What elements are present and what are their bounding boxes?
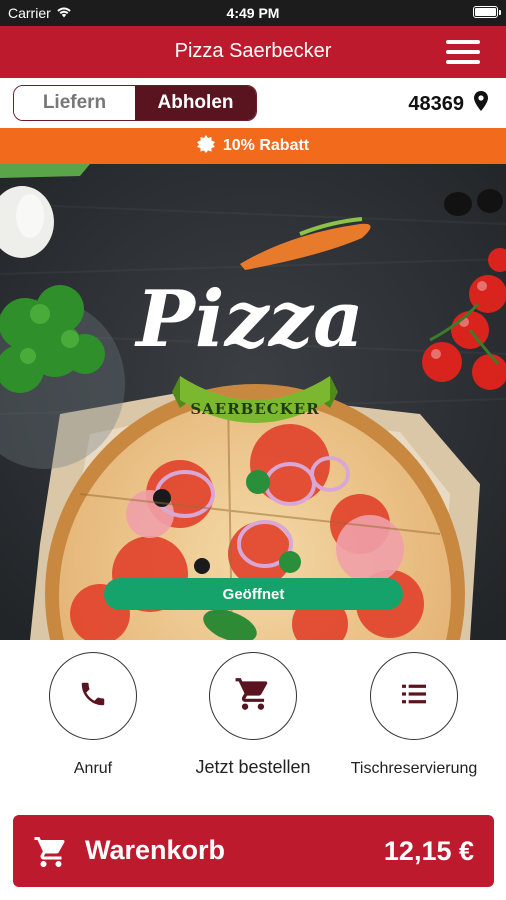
table-reservation-action[interactable]: Tischreservierung (334, 652, 494, 778)
hamburger-menu-icon[interactable] (446, 40, 480, 64)
call-action-label: Anruf (73, 760, 113, 777)
phone-icon (78, 679, 108, 714)
cart-label: Warenkorb (85, 835, 226, 865)
page-title: Pizza Saerbecker (174, 40, 332, 62)
list-icon (398, 678, 430, 715)
quick-actions: Anruf Jetzt bestellen Tischreservierung (0, 640, 506, 804)
shopping-cart-icon (33, 834, 69, 875)
toggle-option-delivery[interactable]: Liefern (14, 86, 135, 120)
location-selector[interactable]: 48369 (408, 91, 488, 117)
hero-banner: Pizza SAERBECKER (0, 164, 506, 640)
status-bar: Carrier 4:49 PM (0, 0, 506, 26)
promo-banner[interactable]: 10% Rabatt (0, 128, 506, 164)
order-now-action-label: Jetzt bestellen (195, 757, 311, 777)
order-mode-bar: Liefern Abholen 48369 (0, 78, 506, 128)
shopping-cart-icon (234, 675, 272, 718)
toggle-option-pickup[interactable]: Abholen (135, 86, 256, 120)
postal-code: 48369 (408, 92, 464, 115)
battery-icon (473, 6, 501, 18)
status-time: 4:49 PM (226, 5, 280, 21)
cart-total: 12,15 € (383, 836, 474, 866)
battery-fill (475, 8, 496, 16)
call-action-circle[interactable] (49, 652, 137, 740)
order-mode-toggle: Liefern Abholen (13, 85, 257, 121)
location-pin-icon (474, 91, 488, 117)
hero-logo-ribbon: SAERBECKER (190, 400, 319, 418)
order-now-action[interactable]: Jetzt bestellen (173, 652, 333, 778)
call-action[interactable]: Anruf (13, 652, 173, 778)
open-status-badge: Geöffnet (104, 578, 403, 610)
promo-text: 10% Rabatt (222, 137, 310, 154)
table-reservation-action-label: Tischreservierung (350, 760, 478, 777)
table-reservation-action-circle[interactable] (370, 652, 458, 740)
hero-logo-text: Pizza (134, 274, 363, 365)
badge-icon (196, 134, 215, 158)
cart-button[interactable]: Warenkorb 12,15 € (13, 815, 494, 887)
hero-illustration: Pizza SAERBECKER (0, 164, 506, 640)
app-header: Pizza Saerbecker (0, 26, 506, 78)
order-now-action-circle[interactable] (209, 652, 297, 740)
